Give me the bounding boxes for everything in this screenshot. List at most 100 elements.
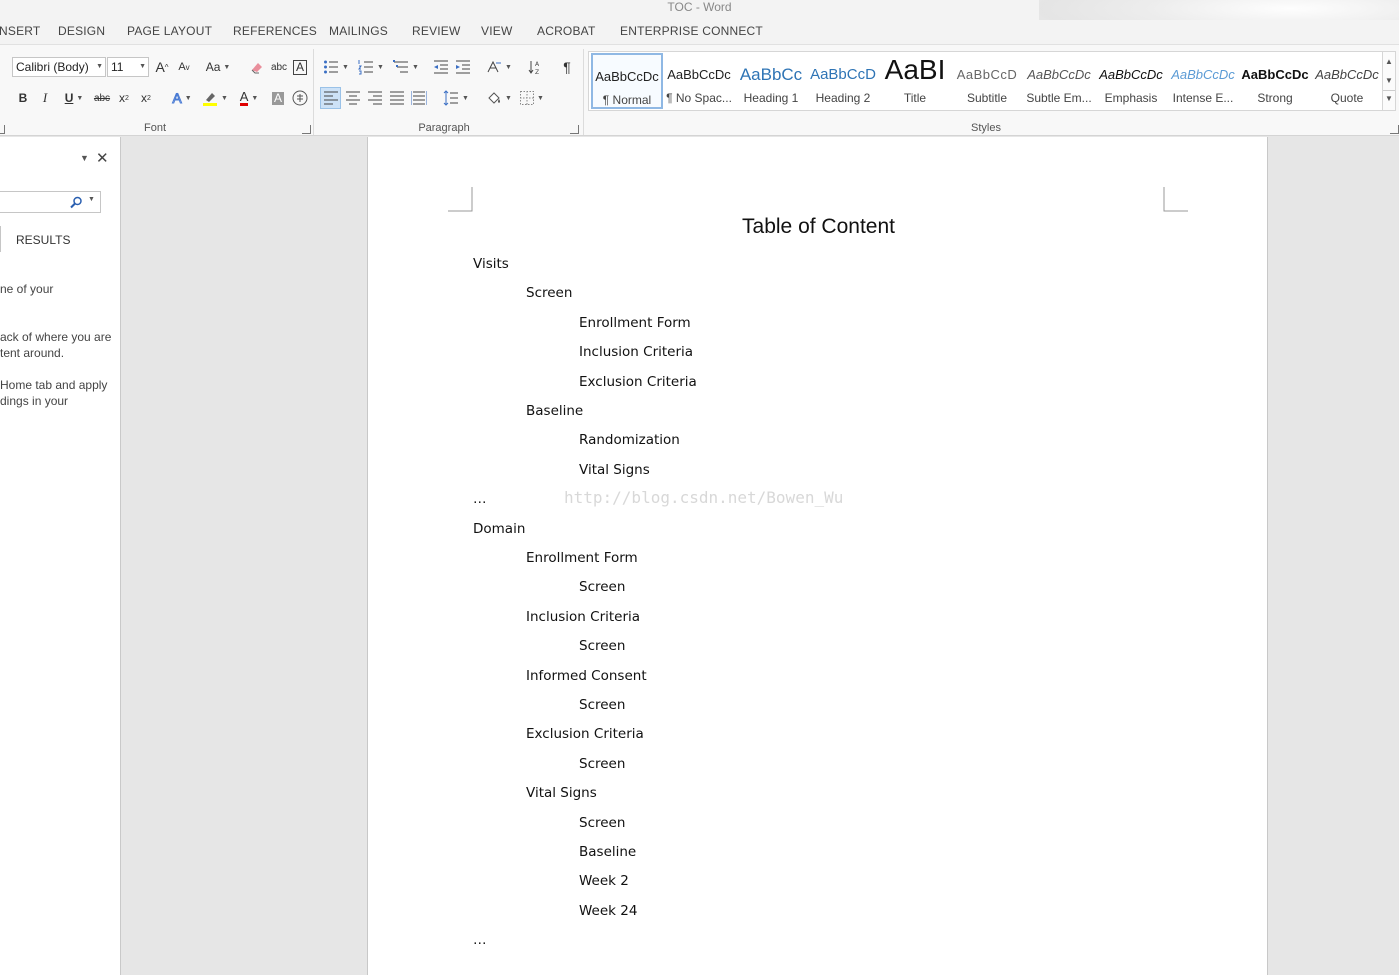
distributed-button[interactable] — [409, 87, 429, 109]
justify-icon — [390, 91, 404, 105]
bold-button[interactable]: B — [14, 87, 32, 109]
decrease-indent-button[interactable] — [431, 56, 451, 78]
tab-design[interactable]: DESIGN — [58, 24, 105, 38]
tab-insert[interactable]: NSERT — [0, 24, 40, 38]
chevron-down-icon[interactable]: ▼ — [1383, 71, 1395, 90]
show-formatting-marks-button[interactable]: ¶ — [557, 56, 577, 78]
styles-dialog-launcher-icon[interactable] — [1390, 125, 1399, 134]
toc-line-level-3: Screen — [579, 756, 626, 772]
character-border-icon: A — [292, 59, 307, 75]
chevron-down-icon: ▼ — [221, 94, 228, 102]
style-title[interactable]: AaBI Title — [879, 53, 951, 109]
style-name: Heading 2 — [815, 91, 871, 105]
distributed-icon — [411, 91, 427, 105]
style-heading-1[interactable]: AaBbCc Heading 1 — [735, 53, 807, 109]
tab-enterprise-connect[interactable]: ENTERPRISE CONNECT — [620, 24, 763, 38]
grow-font-button[interactable]: A ^ — [153, 56, 171, 78]
tab-acrobat[interactable]: ACROBAT — [537, 24, 596, 38]
chevron-down-icon[interactable]: ▼ — [88, 196, 95, 203]
document-page[interactable]: Table of Content Visits Screen Enrollment … — [367, 137, 1268, 975]
svg-text:A: A — [535, 61, 540, 68]
chevron-up-icon[interactable]: ▲ — [1383, 52, 1395, 71]
style-preview: AaBI — [884, 55, 946, 85]
style-name: ¶ No Spac... — [666, 91, 732, 105]
bullets-button[interactable]: ▼ — [320, 56, 352, 78]
highlight-color-button[interactable]: ▼ — [200, 87, 230, 109]
close-icon[interactable]: ✕ — [96, 149, 109, 167]
style-heading-2[interactable]: AaBbCcD Heading 2 — [807, 53, 879, 109]
styles-gallery-scroll[interactable]: ▲ ▼ ▼ — [1382, 51, 1396, 111]
nav-help-text: Home tab and apply — [0, 378, 108, 392]
align-center-button[interactable] — [343, 87, 363, 109]
justify-button[interactable] — [387, 87, 407, 109]
text-effects-button[interactable]: A ▼ — [168, 87, 196, 109]
toc-line-level-1: … — [473, 491, 487, 507]
style-name: Emphasis — [1104, 91, 1158, 105]
style-preview: AaBbCcD — [810, 66, 876, 83]
toc-line-level-2: Enrollment Form — [526, 550, 638, 566]
change-case-button[interactable]: Aa ▼ — [203, 56, 233, 78]
watermark-text: http://blog.csdn.net/Bowen_Wu — [564, 488, 844, 507]
subscript-button[interactable]: x2 — [115, 87, 133, 109]
character-shading-icon: A — [271, 90, 284, 105]
align-left-button[interactable] — [320, 87, 341, 109]
tab-view[interactable]: VIEW — [481, 24, 512, 38]
chevron-down-icon: ▼ — [377, 63, 384, 71]
font-dialog-launcher-icon[interactable] — [302, 125, 311, 134]
subscript-mark: 2 — [125, 94, 129, 102]
style-no-spacing[interactable]: AaBbCcDc ¶ No Spac... — [663, 53, 735, 109]
search-icon[interactable] — [70, 196, 83, 209]
font-name-combo[interactable]: Calibri (Body) ▼ — [12, 57, 106, 77]
style-preview: AaBbCcDc — [1315, 67, 1379, 82]
tab-mailings[interactable]: MAILINGS — [329, 24, 388, 38]
margin-crop-mark-left — [448, 187, 473, 212]
chevron-down-icon: ▼ — [505, 63, 512, 71]
style-subtitle[interactable]: AaBbCcD Subtitle — [951, 53, 1023, 109]
nav-help-text: dings in your — [0, 394, 69, 408]
superscript-mark: 2 — [147, 94, 151, 102]
style-strong[interactable]: AaBbCcDc Strong — [1239, 53, 1311, 109]
more-styles-icon[interactable]: ▼ — [1383, 90, 1395, 109]
highlighter-icon — [203, 93, 218, 106]
style-name: Subtle Em... — [1026, 91, 1092, 105]
styles-gallery: AaBbCcDc ¶ Normal AaBbCcDc ¶ No Spac... … — [588, 51, 1384, 111]
multilevel-list-button[interactable]: ▼ — [390, 56, 422, 78]
tab-review[interactable]: REVIEW — [412, 24, 461, 38]
font-color-button[interactable]: A ▼ — [234, 87, 264, 109]
character-border-button[interactable]: A — [291, 56, 309, 78]
character-shading-button[interactable]: A — [269, 87, 287, 109]
style-quote[interactable]: AaBbCcDc Quote — [1311, 53, 1383, 109]
numbering-button[interactable]: ▼ — [355, 56, 387, 78]
align-right-button[interactable] — [365, 87, 385, 109]
asian-layout-button[interactable]: ▼ — [483, 56, 515, 78]
style-preview: AaBbCcDc — [595, 69, 659, 84]
style-emphasis[interactable]: AaBbCcDc Emphasis — [1095, 53, 1167, 109]
superscript-button[interactable]: x2 — [137, 87, 155, 109]
shrink-font-button[interactable]: Av — [175, 56, 193, 78]
clipboard-dialog-launcher-icon[interactable] — [0, 125, 5, 134]
clear-formatting-button[interactable] — [248, 56, 266, 78]
font-size-combo[interactable]: 11 ▼ — [107, 57, 149, 77]
style-normal[interactable]: AaBbCcDc ¶ Normal — [591, 53, 663, 109]
strikethrough-button[interactable]: abc — [92, 87, 112, 109]
sort-button[interactable]: AZ — [526, 56, 546, 78]
line-spacing-button[interactable]: ▼ — [440, 87, 472, 109]
underline-button[interactable]: U ▼ — [58, 87, 90, 109]
italic-button[interactable]: I — [36, 87, 54, 109]
enclose-characters-button[interactable] — [291, 87, 309, 109]
font-color-icon: A — [239, 88, 249, 106]
nav-search-input[interactable]: ▼ — [0, 191, 101, 213]
style-intense-emphasis[interactable]: AaBbCcDc Intense E... — [1167, 53, 1239, 109]
increase-indent-button[interactable] — [453, 56, 473, 78]
tab-results[interactable]: RESULTS — [16, 233, 70, 247]
tab-page-layout[interactable]: PAGE LAYOUT — [127, 24, 212, 38]
paragraph-dialog-launcher-icon[interactable] — [570, 125, 579, 134]
shading-button[interactable]: ▼ — [483, 87, 515, 109]
chevron-down-icon[interactable]: ▼ — [96, 58, 103, 76]
style-subtle-emphasis[interactable]: AaBbCcDc Subtle Em... — [1023, 53, 1095, 109]
phonetic-guide-button[interactable]: abc — [270, 56, 288, 78]
borders-button[interactable]: ▼ — [517, 87, 547, 109]
chevron-down-icon[interactable]: ▼ — [139, 58, 146, 76]
tab-references[interactable]: REFERENCES — [233, 24, 317, 38]
pane-options-icon[interactable]: ▼ — [80, 153, 89, 163]
